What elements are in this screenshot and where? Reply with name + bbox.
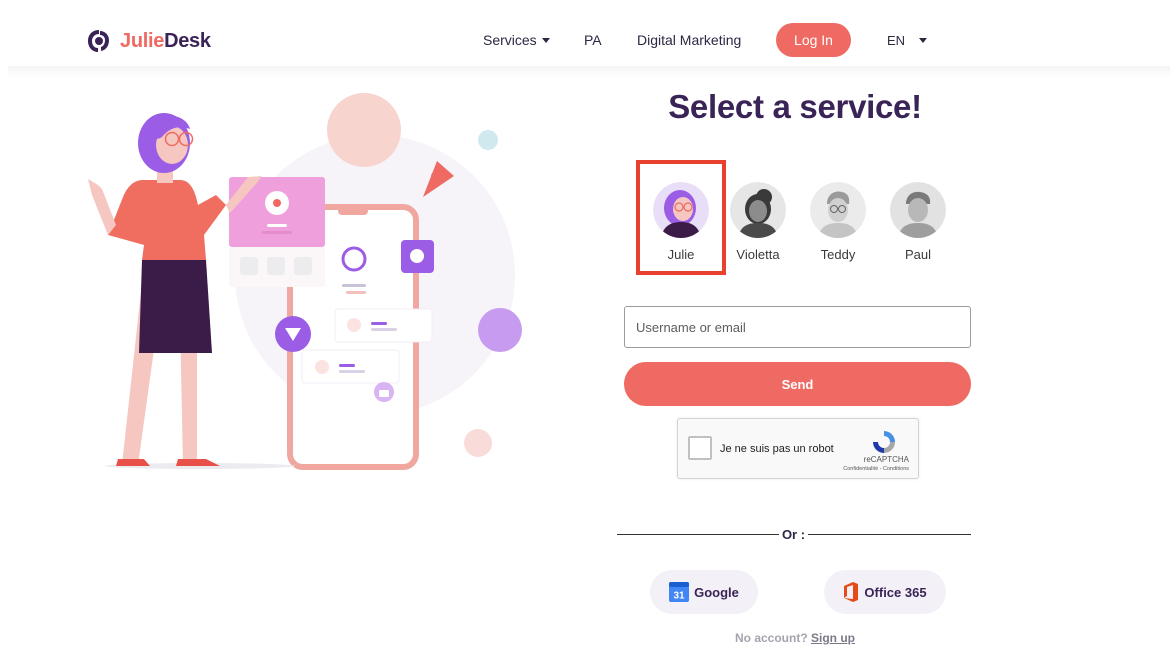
brand-name: JulieDesk <box>120 30 211 53</box>
google-calendar-icon-date: 31 <box>674 591 686 602</box>
send-button[interactable]: Send <box>624 362 971 406</box>
caret-down-icon <box>541 37 550 43</box>
brand-name-part1: Julie <box>120 29 165 52</box>
violetta-avatar <box>730 182 786 238</box>
page-title: Select a service! <box>668 88 922 125</box>
nav-digital-marketing-link[interactable]: Digital Marketing <box>637 24 741 56</box>
office365-signin-label: Office 365 <box>864 584 927 600</box>
language-label: EN <box>887 32 906 48</box>
login-page: JulieDesk Services PA Digital Marketing … <box>0 0 1170 645</box>
assistant-option-violetta[interactable]: Violetta <box>713 160 803 275</box>
assistant-option-paul[interactable]: Paul <box>873 160 963 275</box>
header-separator <box>8 66 1170 78</box>
teddy-avatar <box>810 182 866 238</box>
or-divider-right <box>808 534 971 535</box>
send-button-label: Send <box>781 376 814 392</box>
signup-link[interactable]: Sign up <box>811 631 855 645</box>
recaptcha-checkbox[interactable] <box>688 436 712 460</box>
assistant-option-teddy[interactable]: Teddy <box>793 160 883 275</box>
office365-icon <box>844 582 859 602</box>
or-divider-left <box>617 534 779 535</box>
julie-logo-icon <box>88 30 109 52</box>
nav-pa-link[interactable]: PA <box>584 24 602 56</box>
username-input[interactable] <box>624 306 971 348</box>
login-button-label: Log In <box>794 32 833 48</box>
or-separator-label: Or : <box>781 527 806 542</box>
recaptcha-icon <box>873 431 895 453</box>
nav-digital-marketing-label: Digital Marketing <box>637 32 742 48</box>
brand-name-part2: Desk <box>164 29 211 52</box>
signup-prompt-text: No account? <box>734 631 808 645</box>
assistant-selector: Julie Violetta Teddy Paul <box>636 160 966 275</box>
nav-services-dropdown[interactable]: Services <box>483 24 550 56</box>
signup-prompt: No account? Sign up <box>620 631 970 645</box>
google-signin-label: Google <box>694 584 739 600</box>
paul-avatar <box>890 182 946 238</box>
nav-services-label: Services <box>483 32 537 48</box>
office365-signin-button[interactable]: Office 365 <box>824 570 946 614</box>
brand-logo[interactable]: JulieDesk <box>86 28 211 54</box>
assistant-name: Paul <box>904 247 932 262</box>
recaptcha-widget: Je ne suis pas un robot reCAPTCHA Confid… <box>677 418 919 479</box>
recaptcha-terms-link[interactable]: Confidentialité - Conditions <box>843 466 909 472</box>
nav-pa-label: PA <box>584 32 602 48</box>
hero-illustration <box>88 93 522 470</box>
assistant-name: Violetta <box>736 247 780 262</box>
assistant-name: Julie <box>667 247 695 262</box>
login-button[interactable]: Log In <box>776 23 851 57</box>
julie-avatar <box>653 182 709 238</box>
top-navbar: JulieDesk Services PA Digital Marketing … <box>0 0 1170 72</box>
recaptcha-label: Je ne suis pas un robot <box>720 443 834 455</box>
language-selector[interactable]: EN <box>887 24 928 56</box>
google-calendar-icon: 31 <box>669 582 690 602</box>
google-signin-button[interactable]: 31 Google <box>650 570 758 614</box>
assistant-name: Teddy <box>820 247 856 262</box>
caret-down-icon <box>919 37 928 43</box>
recaptcha-brand: reCAPTCHA <box>863 455 909 464</box>
